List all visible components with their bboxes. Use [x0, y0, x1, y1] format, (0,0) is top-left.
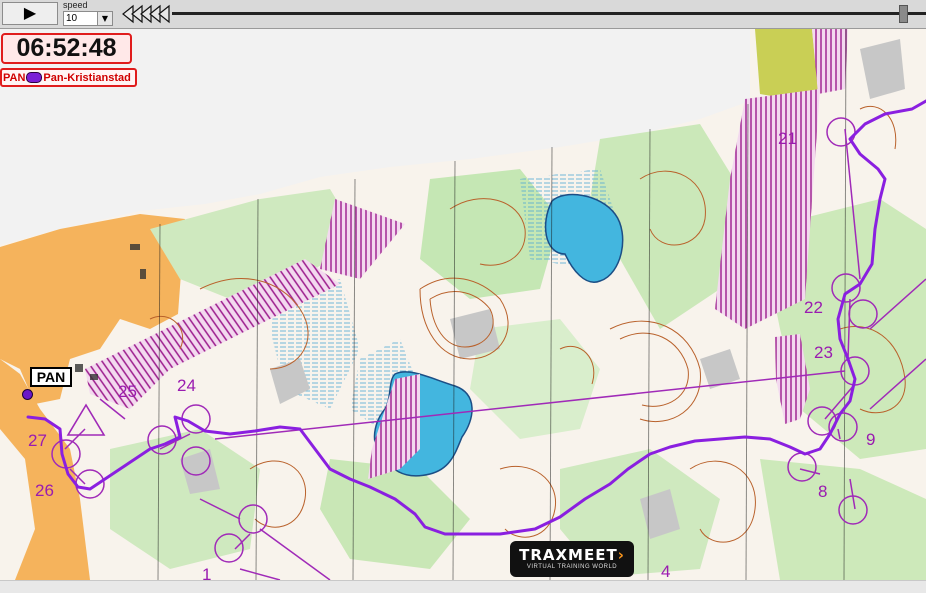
rewind-icon: [122, 4, 170, 24]
control-number: 26: [35, 481, 54, 500]
speed-select[interactable]: 10 ▼: [63, 11, 113, 26]
runner-name: Pan-Kristianstad: [43, 71, 131, 84]
control-number: 23: [814, 343, 833, 362]
play-icon: ▶: [23, 3, 37, 22]
logo-name: TRAXMEET›: [519, 546, 625, 564]
traxmeet-logo: TRAXMEET› VIRTUAL TRAINING WORLD: [510, 541, 634, 577]
speed-label: speed: [63, 0, 88, 10]
control-number: 4: [661, 562, 670, 580]
orienteering-map[interactable]: 21 22 23 24 25 26 27 8 9 1 4: [0, 29, 926, 580]
control-number: 24: [177, 376, 196, 395]
control-number: 22: [804, 298, 823, 317]
timeline-slider[interactable]: [172, 12, 926, 15]
control-number: 9: [866, 430, 875, 449]
map-terrain: [0, 29, 926, 580]
elapsed-time-clock: 06:52:48: [1, 33, 132, 64]
play-button[interactable]: ▶: [2, 2, 58, 25]
rewind-button[interactable]: [120, 4, 172, 24]
playback-toolbar: ▶ speed 10 ▼: [0, 0, 926, 29]
bottom-strip: [0, 580, 926, 593]
logo-tagline: VIRTUAL TRAINING WORLD: [526, 564, 618, 570]
control-number: 21: [778, 129, 797, 148]
control-number: 27: [28, 431, 47, 450]
chevron-down-icon: ▼: [97, 12, 112, 25]
runner-club: PAN: [3, 71, 26, 84]
runner-color-swatch: [26, 72, 43, 83]
control-number: 1: [202, 565, 211, 580]
timeline-handle[interactable]: [898, 5, 908, 23]
control-number: 25: [118, 382, 137, 401]
runner-legend[interactable]: PAN Pan-Kristianstad: [0, 68, 137, 87]
runner-tag[interactable]: PAN: [30, 367, 72, 387]
control-number: 8: [818, 482, 827, 501]
runner-position-marker[interactable]: [22, 389, 33, 400]
speed-value: 10: [66, 13, 78, 24]
